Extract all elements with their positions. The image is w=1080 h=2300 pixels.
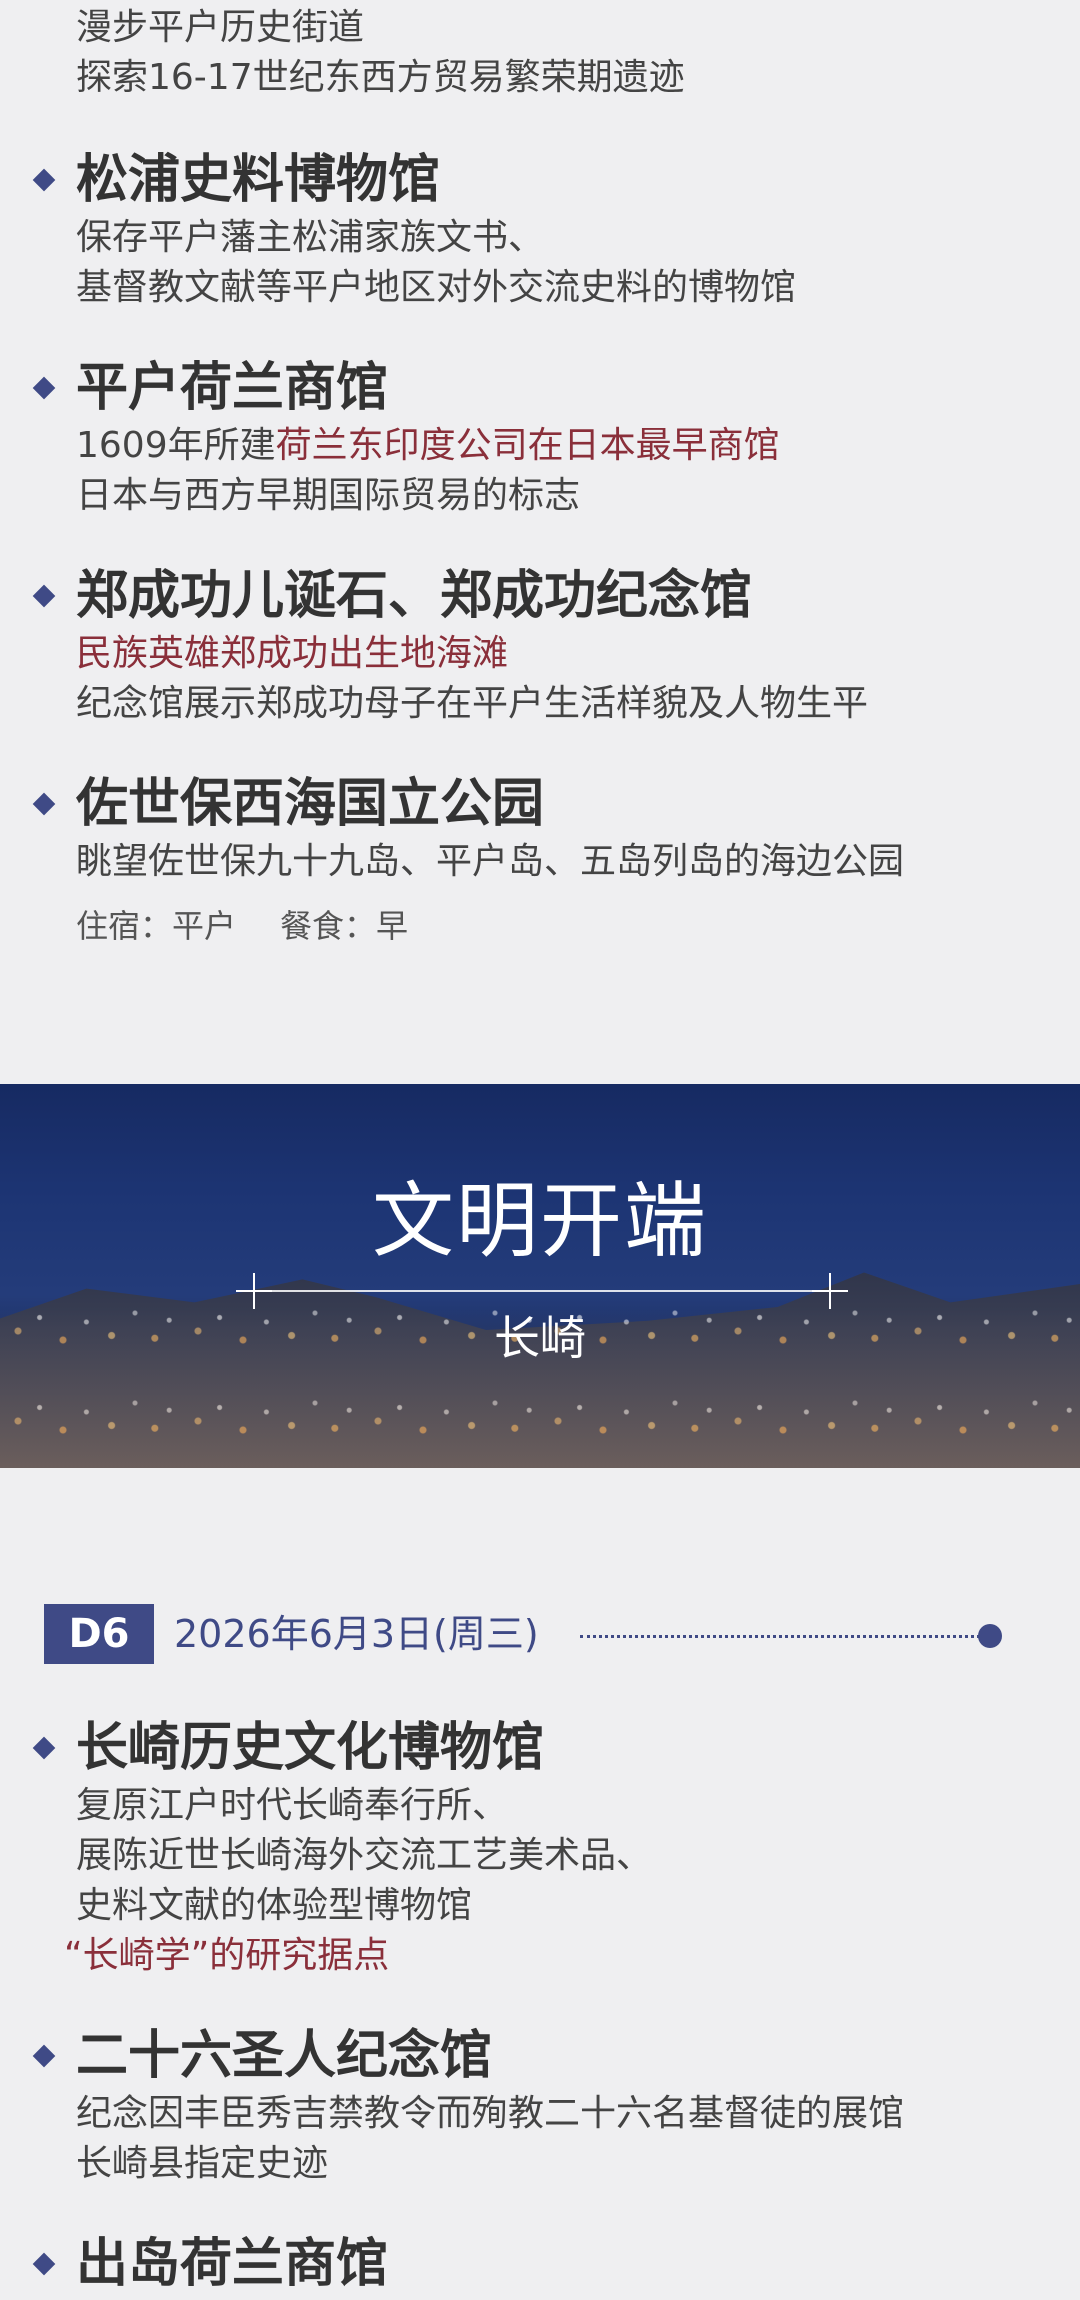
diamond-bullet-icon <box>32 168 56 192</box>
lodging-label: 住宿：平户 <box>76 907 237 945</box>
item-desc-year: 1609年所建 <box>76 425 276 466</box>
item-desc-matsura-2: 基督教文献等平户地区对外交流史料的博物馆 <box>76 267 797 308</box>
item-title-dejima: 出岛荷兰商馆 <box>76 2234 389 2294</box>
item-title-26-martyrs: 二十六圣人纪念馆 <box>76 2026 493 2086</box>
nagasaki-night-banner: 文明开端 长崎 <box>0 1084 1080 1468</box>
item-title-saikai: 佐世保西海国立公园 <box>76 774 545 834</box>
item-desc-hirado-dutch-2: 日本与西方早期国际贸易的标志 <box>76 475 581 516</box>
day-date: 2026年6月3日(周三) <box>174 1612 539 1656</box>
plus-icon <box>236 1273 272 1309</box>
item-desc-zheng-1: 民族英雄郑成功出生地海滩 <box>76 633 509 674</box>
diamond-bullet-icon <box>32 1736 56 1760</box>
day-badge: D6 <box>44 1604 154 1664</box>
diamond-bullet-icon <box>32 2252 56 2276</box>
item-desc-highlight: 荷兰东印度公司在日本最早商馆 <box>275 425 780 466</box>
diamond-bullet-icon <box>32 2044 56 2068</box>
item-title-hirado-dutch: 平户荷兰商馆 <box>76 358 389 418</box>
item-desc-saikai-1: 眺望佐世保九十九岛、平户岛、五岛列岛的海边公园 <box>76 841 905 882</box>
item-title-zheng: 郑成功儿诞石、郑成功纪念馆 <box>76 566 753 626</box>
banner-title: 文明开端 <box>371 1174 708 1269</box>
item-desc-zheng-2: 纪念馆展示郑成功母子在平户生活样貌及人物生平 <box>76 683 869 724</box>
item-desc-nagasaki-museum-4: “长崎学”的研究据点 <box>64 1935 390 1976</box>
item-title-matsura: 松浦史料博物馆 <box>76 150 441 210</box>
item-desc-nagasaki-museum-3: 史料文献的体验型博物馆 <box>76 1885 473 1926</box>
banner-subtitle: 长崎 <box>494 1311 586 1365</box>
item-desc-matsura-1: 保存平户藩主松浦家族文书、 <box>76 217 545 258</box>
diamond-bullet-icon <box>32 376 56 400</box>
item-desc-nagasaki-museum-1: 复原江户时代长崎奉行所、 <box>76 1785 509 1826</box>
dotted-timeline <box>580 1635 986 1638</box>
intro-line-2: 探索16-17世纪东西方贸易繁荣期遗迹 <box>76 57 685 98</box>
plus-icon <box>812 1273 848 1309</box>
diamond-bullet-icon <box>32 792 56 816</box>
item-desc-nagasaki-museum-2: 展陈近世长崎海外交流工艺美术品、 <box>76 1835 653 1876</box>
banner-divider <box>256 1290 824 1292</box>
meals-label: 餐食：早 <box>280 907 409 945</box>
item-desc-26-martyrs-2: 长崎县指定史迹 <box>76 2143 329 2184</box>
stay-info: 住宿：平户 餐食：早 <box>76 904 452 948</box>
intro-line-1: 漫步平户历史街道 <box>76 7 365 48</box>
diamond-bullet-icon <box>32 584 56 608</box>
item-desc-hirado-dutch-1: 1609年所建荷兰东印度公司在日本最早商馆 <box>76 422 780 470</box>
item-desc-26-martyrs-1: 纪念因丰臣秀吉禁教令而殉教二十六名基督徒的展馆 <box>76 2093 905 2134</box>
item-title-nagasaki-museum: 长崎历史文化博物馆 <box>76 1718 545 1778</box>
timeline-dot-icon <box>978 1624 1002 1648</box>
